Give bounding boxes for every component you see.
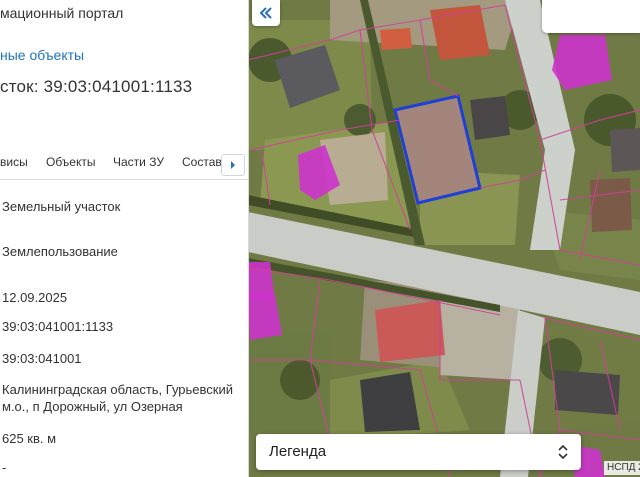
building-roof (380, 28, 412, 50)
objects-link[interactable]: ные объекты (0, 47, 84, 63)
building-roof (555, 370, 620, 415)
collapse-panel-button[interactable] (252, 0, 280, 26)
info-panel: мационный портал ные объекты сток: 39:03… (0, 0, 249, 477)
legend-dropdown[interactable]: Легенда (256, 434, 581, 470)
double-chevron-left-icon (259, 7, 272, 19)
tree (280, 360, 320, 400)
object-kind-value: Землепользование (2, 244, 118, 259)
plot-title: сток: 39:03:041001:1133 (0, 77, 193, 96)
tab-services[interactable]: висы (0, 155, 28, 169)
up-down-chevron-icon (558, 444, 568, 460)
cadastral-number-value: 39:03:041001:1133 (2, 319, 114, 334)
building-roof (470, 96, 510, 140)
legend-label: Легенда (269, 443, 327, 460)
building-roof (610, 128, 640, 172)
cadastral-quarter-value: 39:03:041001 (2, 351, 82, 366)
address-value: Калининградская область, Гурьевский м.о.… (2, 382, 233, 414)
tabs-bar: висы Объекты Части ЗУ Состав (0, 146, 248, 180)
map-view[interactable] (248, 0, 640, 477)
date-value: 12.09.2025 (2, 290, 68, 305)
tab-composition[interactable]: Состав (182, 155, 222, 169)
highlighted-building (552, 35, 612, 90)
area-value: 625 кв. м (2, 431, 57, 446)
building-roof (375, 300, 445, 362)
dirt-lot (440, 300, 520, 380)
map-control-panel[interactable] (542, 0, 640, 33)
object-type-value: Земельный участок (2, 199, 121, 214)
portal-title: мационный портал (0, 5, 124, 21)
tab-objects[interactable]: Объекты (46, 155, 96, 169)
chevron-right-icon (231, 161, 235, 169)
empty-value: - (2, 460, 7, 475)
building-roof (360, 372, 420, 432)
tab-parts[interactable]: Части ЗУ (113, 155, 164, 169)
map-attribution: НСПД 2 (604, 461, 640, 475)
tabs-next-button[interactable] (221, 154, 245, 176)
